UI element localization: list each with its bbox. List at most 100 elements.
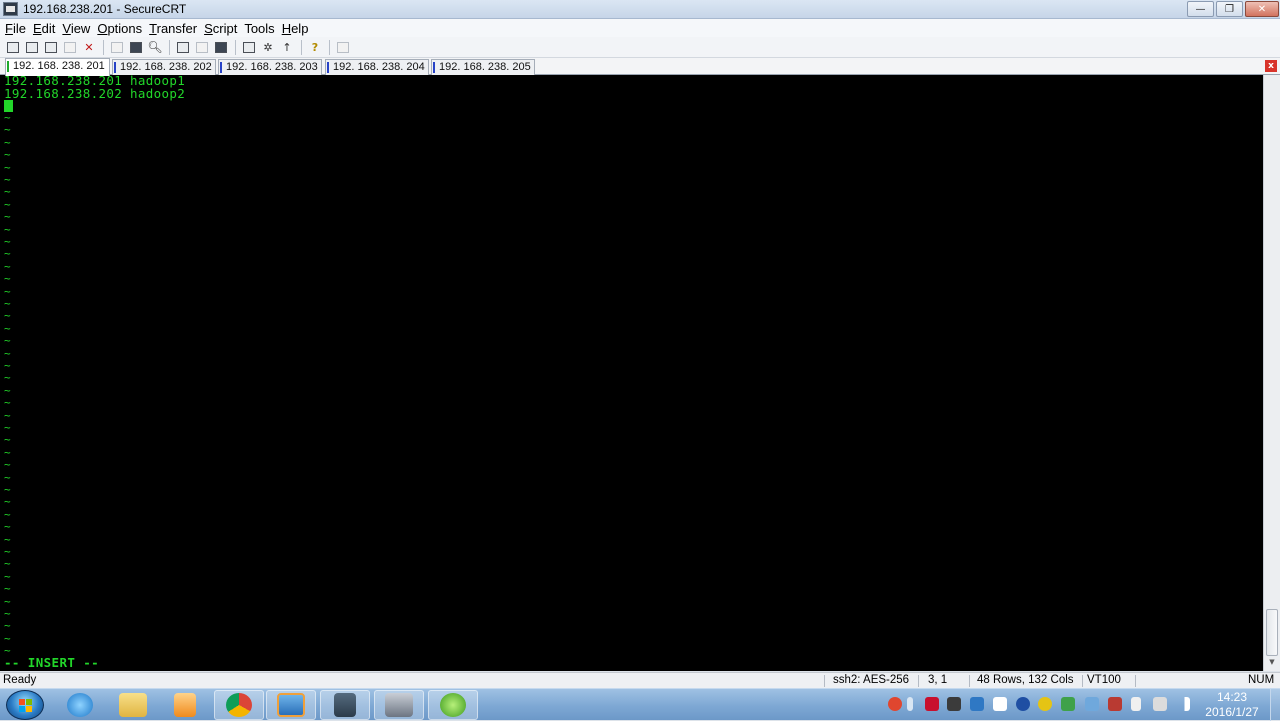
vim-tilde: ~ [4, 173, 11, 186]
show-desktop-button[interactable] [1270, 689, 1280, 721]
menu-view[interactable]: View [61, 21, 95, 36]
securecrt-icon[interactable] [266, 690, 316, 720]
battery-icon[interactable] [1131, 697, 1141, 711]
vim-tilde: ~ [4, 123, 11, 137]
copy-icon[interactable] [109, 39, 125, 55]
status-ready: Ready [3, 674, 37, 686]
vim-tilde: ~ [4, 520, 11, 534]
menu-script[interactable]: Script [203, 21, 242, 36]
vim-tilde: ~ [4, 569, 11, 583]
status-terminal-size: 48 Rows, 132 Cols [977, 674, 1074, 686]
vim-tilde: ~ [4, 470, 11, 484]
terminal-scrollbar[interactable]: ▼ [1263, 75, 1280, 671]
title-bar: 192.168.238.201 - SecureCRT — ❐ ✕ [0, 0, 1280, 19]
vim-tilde: ~ [4, 235, 11, 248]
menu-tools[interactable]: Tools [243, 21, 279, 36]
tab-192-168-238-201[interactable]: 192. 168. 238. 201 [5, 58, 110, 76]
vim-tilde: ~ [4, 396, 11, 410]
status-divider [969, 675, 970, 687]
print-selection-icon[interactable] [194, 39, 210, 55]
antivirus-icon[interactable] [925, 697, 939, 711]
vim-tilde: ~ [4, 135, 11, 149]
toolbar-separator [235, 39, 236, 55]
find-icon[interactable]: 🔍︎ [147, 39, 163, 55]
vim-tilde: ~ [4, 185, 11, 199]
quick-connect-icon[interactable] [24, 39, 40, 55]
vim-tilde: ~ [4, 631, 11, 645]
internet-explorer-icon[interactable] [55, 690, 105, 720]
tab-192-168-238-205[interactable]: 192. 168. 238. 205 [431, 59, 535, 75]
bluetooth-icon[interactable] [1016, 697, 1030, 711]
menu-file[interactable]: File [4, 21, 31, 36]
paste-icon[interactable] [128, 39, 144, 55]
vim-tilde: ~ [4, 197, 11, 211]
terminal-screen[interactable]: 192.168.238.201 hadoop1 192.168.238.202 … [0, 75, 1263, 671]
ime-mode-icon[interactable] [907, 697, 913, 711]
clock-date: 2016/1/27 [1205, 705, 1259, 719]
close-button[interactable]: ✕ [1245, 1, 1279, 17]
menu-edit[interactable]: Edit [32, 21, 60, 36]
shield-icon[interactable] [970, 697, 984, 711]
taskbar-clock[interactable]: 14:23 2016/1/27 [1200, 690, 1264, 720]
menu-options-accel: O [97, 20, 108, 36]
start-button[interactable] [6, 690, 44, 720]
volume-icon[interactable] [1153, 697, 1167, 711]
file-explorer-icon[interactable] [108, 690, 158, 720]
chrome-icon[interactable] [214, 690, 264, 720]
terminal-app-icon[interactable] [374, 690, 424, 720]
menu-edit-accel: E [32, 20, 42, 36]
maximize-button[interactable]: ❐ [1216, 1, 1243, 17]
vim-tilde: ~ [4, 111, 11, 124]
connect-icon[interactable] [5, 39, 21, 55]
sftp-icon[interactable] [335, 39, 351, 55]
vim-tilde: ~ [4, 458, 11, 472]
vim-tilde: ~ [4, 483, 11, 496]
window-title: 192.168.238.201 - SecureCRT [23, 2, 187, 16]
session-options-icon[interactable] [241, 39, 257, 55]
menu-options[interactable]: Options [96, 21, 147, 36]
menu-file-rest: ile [12, 20, 26, 36]
disconnect-icon[interactable]: ✕ [81, 39, 97, 55]
vim-tilde: ~ [4, 321, 11, 335]
vim-tilde: ~ [4, 619, 11, 633]
print-icon[interactable] [175, 39, 191, 55]
tab-192-168-238-203[interactable]: 192. 168. 238. 203 [218, 59, 322, 75]
securecrt-app-icon[interactable] [3, 2, 18, 16]
tab-192-168-238-202[interactable]: 192. 168. 238. 202 [112, 59, 216, 75]
sogou-input-icon[interactable] [888, 697, 902, 711]
help-icon[interactable]: ? [307, 39, 323, 55]
reconnect-icon[interactable] [62, 39, 78, 55]
vim-tilde: ~ [4, 346, 11, 360]
session-tab-bar: 192. 168. 238. 201 192. 168. 238. 202 19… [0, 58, 1280, 76]
minimize-button[interactable]: — [1187, 1, 1214, 17]
connect-in-tab-icon[interactable] [43, 39, 59, 55]
vim-tilde: ~ [4, 433, 11, 447]
vim-tilde: ~ [4, 408, 11, 422]
scrollbar-thumb[interactable] [1266, 609, 1278, 656]
windows-flag-icon[interactable] [993, 697, 1007, 711]
menu-transfer[interactable]: Transfer [148, 21, 202, 36]
vpn-lock-icon[interactable] [320, 690, 370, 720]
network-tool-icon[interactable] [947, 697, 961, 711]
global-options-icon[interactable]: ✲ [260, 39, 276, 55]
toolbar-separator [103, 39, 104, 55]
tab-192-168-238-204[interactable]: 192. 168. 238. 204 [325, 59, 429, 75]
close-tab-icon[interactable]: x [1265, 60, 1277, 72]
menu-options-rest: ptions [107, 20, 143, 36]
plus-icon[interactable] [1038, 697, 1052, 711]
no-sync-icon[interactable] [1108, 697, 1122, 711]
vim-tilde: ~ [4, 594, 11, 608]
printer-icon[interactable] [213, 39, 229, 55]
security-shield-icon[interactable] [1061, 697, 1075, 711]
vim-tilde: ~ [4, 445, 11, 459]
display-icon[interactable] [1085, 697, 1099, 711]
menu-transfer-accel: T [149, 20, 157, 36]
media-player-icon[interactable] [160, 690, 210, 720]
signal-icon[interactable] [1176, 697, 1190, 711]
keymap-icon[interactable]: ↑ [279, 39, 295, 55]
vim-tilde: ~ [4, 383, 11, 397]
scroll-down-icon[interactable]: ▼ [1266, 656, 1278, 668]
menu-help[interactable]: Help [281, 21, 314, 36]
browser-e-icon[interactable] [428, 690, 478, 720]
status-bar: Ready ssh2: AES-256 3, 1 48 Rows, 132 Co… [0, 672, 1280, 688]
